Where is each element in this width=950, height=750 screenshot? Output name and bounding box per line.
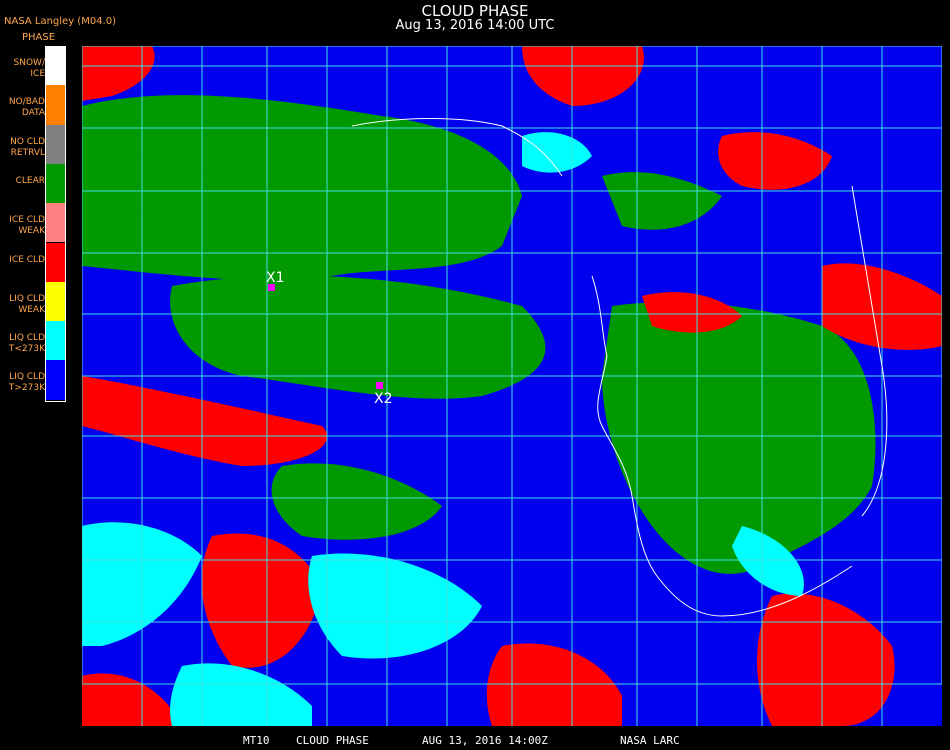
- marker-x2-label: X2: [374, 391, 393, 407]
- legend-label: NO/BAD DATA: [8, 97, 45, 119]
- legend-label: CLEAR: [15, 175, 45, 186]
- marker-x2-dot: [376, 382, 383, 389]
- footer-date: AUG 13, 2016 14:00Z: [422, 734, 548, 747]
- legend-label: ICE CLD: [9, 254, 45, 265]
- footer-org: NASA LARC: [620, 734, 680, 747]
- legend-label: ICE CLD WEAK: [9, 215, 45, 237]
- map-datetime: Aug 13, 2016 14:00 UTC: [395, 18, 555, 33]
- legend-title: PHASE: [22, 32, 56, 43]
- legend-label: LIQ CLD WEAK: [9, 293, 45, 315]
- footer-name: CLOUD PHASE: [296, 734, 369, 747]
- legend-label: NO CLD RETRVL: [10, 136, 45, 158]
- footer-product: MT10: [243, 734, 270, 747]
- marker-x1-label: X1: [266, 270, 285, 286]
- legend-frame: [45, 46, 66, 402]
- cloud-phase-map: X1 X2: [82, 46, 942, 726]
- legend-label: LIQ CLD T>273K: [8, 372, 45, 394]
- legend-label: SNOW/ ICE: [13, 58, 45, 79]
- legend-label: LIQ CLD T<273K: [8, 333, 45, 355]
